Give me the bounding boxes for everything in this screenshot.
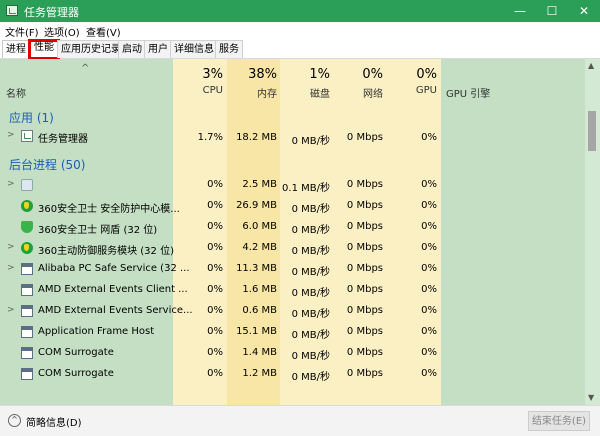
table-row[interactable]: > 360主动防御服务模块 (32 位) 0% 4.2 MB 0 MB/秒 0 … [0,238,585,259]
network-total: 0% [362,67,383,82]
expand-chevron-icon[interactable]: > [7,179,15,189]
fewer-details-link[interactable]: 简略信息(D) [26,414,82,429]
status-bar: ^ 简略信息(D) 结束任务(E) [0,405,600,436]
vertical-scrollbar[interactable]: ▲ ▼ [585,59,600,405]
tab-services[interactable]: 服务 [215,40,243,58]
scroll-down-arrow-icon[interactable]: ▼ [588,393,594,402]
window-icon [21,368,33,380]
task-manager-icon [21,130,33,142]
table-row[interactable]: AMD External Events Client ... 0% 1.6 MB… [0,280,585,301]
memory-total: 38% [248,67,277,82]
column-header-disk[interactable]: 磁盘 [280,85,330,100]
group-background-processes: 后台进程 (50) [9,158,86,172]
service-icon [21,179,33,191]
window-icon [21,284,33,296]
cpu-total: 3% [202,67,223,82]
tab-app-history[interactable]: 应用历史记录 [57,40,125,58]
close-button[interactable]: ✕ [568,0,600,22]
table-row[interactable]: 360安全卫士 安全防护中心模... 0% 26.9 MB 0 MB/秒 0 M… [0,196,585,217]
tab-startup[interactable]: 启动 [118,40,146,58]
maximize-button[interactable]: ☐ [536,0,568,22]
process-list: ^ 名称 3% CPU 38% 内存 1% 磁盘 0% 网络 0% GPU GP… [0,59,600,405]
group-apps: 应用 (1) [9,111,54,125]
window-title: 任务管理器 [24,6,79,19]
expand-chevron-icon[interactable]: > [7,130,15,140]
scroll-up-arrow-icon[interactable]: ▲ [588,61,594,70]
end-task-button[interactable]: 结束任务(E) [528,411,590,431]
tab-processes[interactable]: 进程 [2,40,30,58]
tab-users[interactable]: 用户 [144,40,172,58]
360-security-icon [21,242,33,254]
table-row[interactable]: > AMD External Events Service... 0% 0.6 … [0,301,585,322]
task-manager-icon [6,5,18,16]
table-row[interactable]: > 任务管理器 1.7% 18.2 MB 0 MB/秒 0 Mbps 0% [0,126,585,147]
table-row[interactable]: > 0% 2.5 MB 0.1 MB/秒 0 Mbps 0% [0,175,585,196]
menu-options[interactable]: 选项(O) [44,24,80,39]
column-header-name[interactable]: 名称 [6,85,26,100]
tab-bar: 进程 性能 应用历史记录 启动 用户 详细信息 服务 [0,39,600,60]
table-row[interactable]: Application Frame Host 0% 15.1 MB 0 MB/秒… [0,322,585,343]
tab-details[interactable]: 详细信息 [170,40,218,58]
column-header-network[interactable]: 网络 [333,85,383,100]
tab-performance[interactable]: 性能 [28,39,60,60]
window-icon [21,263,33,275]
expand-chevron-icon[interactable]: > [7,305,15,315]
scrollbar-thumb[interactable] [588,111,596,151]
window-icon [21,305,33,317]
table-row[interactable]: COM Surrogate 0% 1.4 MB 0 MB/秒 0 Mbps 0% [0,343,585,364]
menu-file[interactable]: 文件(F) [5,24,39,39]
minimize-button[interactable]: — [504,0,536,22]
shield-icon [21,221,33,233]
table-row[interactable]: > Alibaba PC Safe Service (32 ... 0% 11.… [0,259,585,280]
expand-chevron-icon[interactable]: > [7,263,15,273]
table-row[interactable]: COM Surrogate 0% 1.2 MB 0 MB/秒 0 Mbps 0% [0,364,585,385]
menu-bar: 文件(F) 选项(O) 查看(V) [0,22,600,39]
360-security-icon [21,200,33,212]
column-header-memory[interactable]: 内存 [227,85,277,100]
menu-view[interactable]: 查看(V) [86,24,121,39]
window-icon [21,326,33,338]
gpu-total: 0% [416,67,437,82]
table-row[interactable]: 360安全卫士 网盾 (32 位) 0% 6.0 MB 0 MB/秒 0 Mbp… [0,217,585,238]
column-header-gpu[interactable]: GPU [387,85,437,96]
title-bar: 任务管理器 — ☐ ✕ [0,0,600,22]
column-header-gpu-engine[interactable]: GPU 引擎 [446,85,490,100]
collapse-icon[interactable]: ^ [8,414,21,427]
column-header-cpu[interactable]: CPU [173,85,223,96]
expand-chevron-icon[interactable]: > [7,242,15,252]
disk-total: 1% [309,67,330,82]
sort-arrow-icon: ^ [81,63,90,74]
window-icon [21,347,33,359]
